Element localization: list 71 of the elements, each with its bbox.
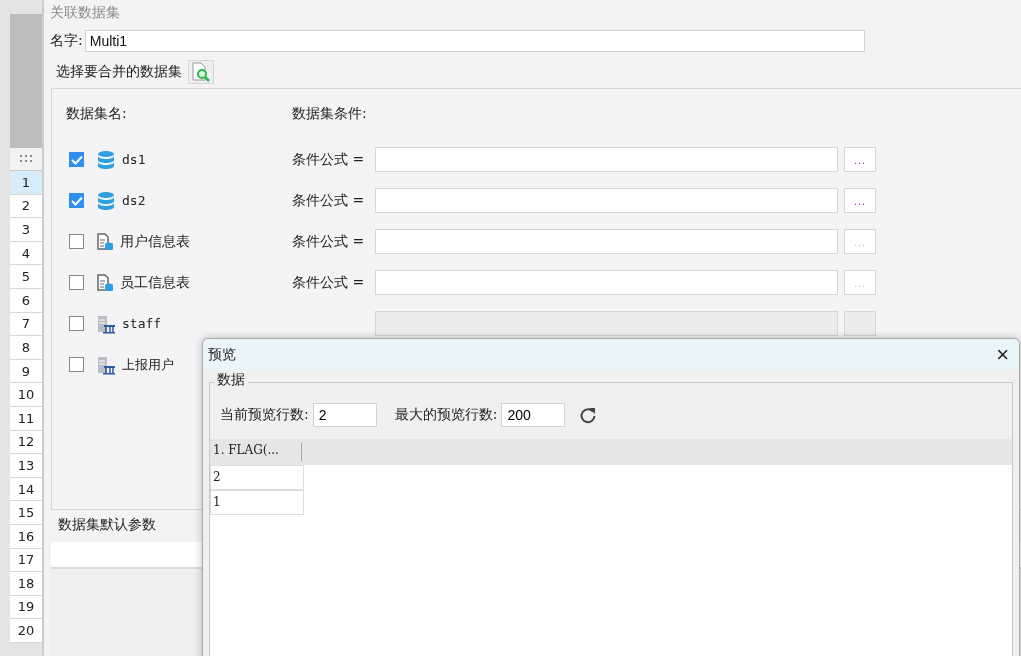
preview-button[interactable] (188, 60, 214, 84)
table-icon (96, 231, 114, 252)
database-icon (96, 190, 116, 211)
row-header[interactable]: 16 (10, 524, 42, 549)
row-header[interactable]: 20 (10, 619, 42, 643)
max-rows-label: 最大的预览行数: (394, 406, 498, 424)
row-header[interactable]: 10 (10, 383, 42, 407)
checkbox[interactable] (69, 152, 84, 167)
condition-field[interactable] (375, 188, 838, 213)
condition-label: 条件公式 = (292, 232, 366, 251)
condition-field[interactable] (375, 147, 838, 172)
column-header[interactable]: 1. FLAG(... (210, 443, 302, 461)
current-rows-label: 当前预览行数: (220, 406, 309, 424)
dataset-name: 员工信息表 (120, 273, 190, 292)
condition-label: 条件公式 = (292, 273, 366, 292)
checkbox[interactable] (69, 234, 84, 249)
checkbox[interactable] (69, 275, 84, 290)
server-icon (96, 354, 116, 375)
checkbox[interactable] (69, 193, 84, 208)
name-field[interactable]: Multi1 (84, 30, 865, 52)
checkbox[interactable] (69, 316, 84, 331)
group-title: 数据 (214, 371, 248, 389)
select-label: 选择要合并的数据集 (56, 63, 182, 81)
row-header[interactable]: 5 (10, 265, 42, 289)
row-header[interactable]: 18 (10, 572, 42, 596)
close-button[interactable]: × (986, 343, 1019, 366)
column-header: 数据集名: (65, 105, 128, 123)
condition-label: 条件公式 = (292, 191, 366, 210)
window-title: 关联数据集 (49, 3, 121, 22)
dataset-name: ds2 (122, 193, 146, 208)
dataset-name: staff (122, 316, 162, 331)
row-header[interactable]: 4 (10, 241, 42, 266)
dialog-title: 预览 (208, 345, 236, 364)
dataset-name: ds1 (122, 152, 146, 167)
row-header[interactable]: 15 (10, 501, 42, 525)
formula-button[interactable]: ... (844, 188, 876, 213)
condition-field[interactable] (375, 270, 838, 295)
formula-button[interactable]: ... (844, 147, 876, 172)
table-icon (96, 272, 114, 293)
search-icon (192, 62, 210, 82)
condition-field[interactable] (375, 311, 838, 336)
sheet-corner[interactable] (10, 148, 42, 171)
dataset-name: 用户信息表 (120, 232, 190, 251)
row-header[interactable]: 7 (10, 312, 42, 337)
row-header[interactable]: 6 (10, 288, 42, 313)
row-header[interactable]: 14 (10, 477, 42, 502)
refresh-icon[interactable] (579, 406, 598, 424)
dataset-name: 上报用户 (122, 355, 174, 374)
condition-field[interactable] (375, 229, 838, 254)
row-header[interactable]: 2 (10, 194, 42, 219)
params-label: 数据集默认参数 (57, 515, 157, 534)
current-rows-field[interactable]: 2 (312, 403, 377, 427)
name-label: 名字: (50, 32, 83, 50)
checkbox[interactable] (69, 357, 84, 372)
database-icon (96, 149, 116, 170)
row-header[interactable]: 11 (10, 406, 42, 431)
table-cell: 2 (210, 465, 304, 490)
server-icon (96, 313, 116, 334)
grid-icon (20, 155, 32, 163)
row-header[interactable]: 12 (10, 430, 42, 455)
condition-label: 条件公式 = (292, 150, 366, 169)
row-header[interactable]: 1 (10, 171, 42, 195)
max-rows-field[interactable]: 200 (501, 403, 566, 427)
row-header[interactable]: 3 (10, 218, 42, 242)
row-header[interactable]: 8 (10, 336, 42, 360)
table-cell: 1 (210, 490, 304, 515)
row-header[interactable]: 9 (10, 359, 42, 384)
row-header[interactable]: 13 (10, 454, 42, 478)
row-header[interactable]: 19 (10, 595, 42, 620)
column-header: 数据集条件: (292, 105, 367, 123)
row-header[interactable]: 17 (10, 548, 42, 573)
